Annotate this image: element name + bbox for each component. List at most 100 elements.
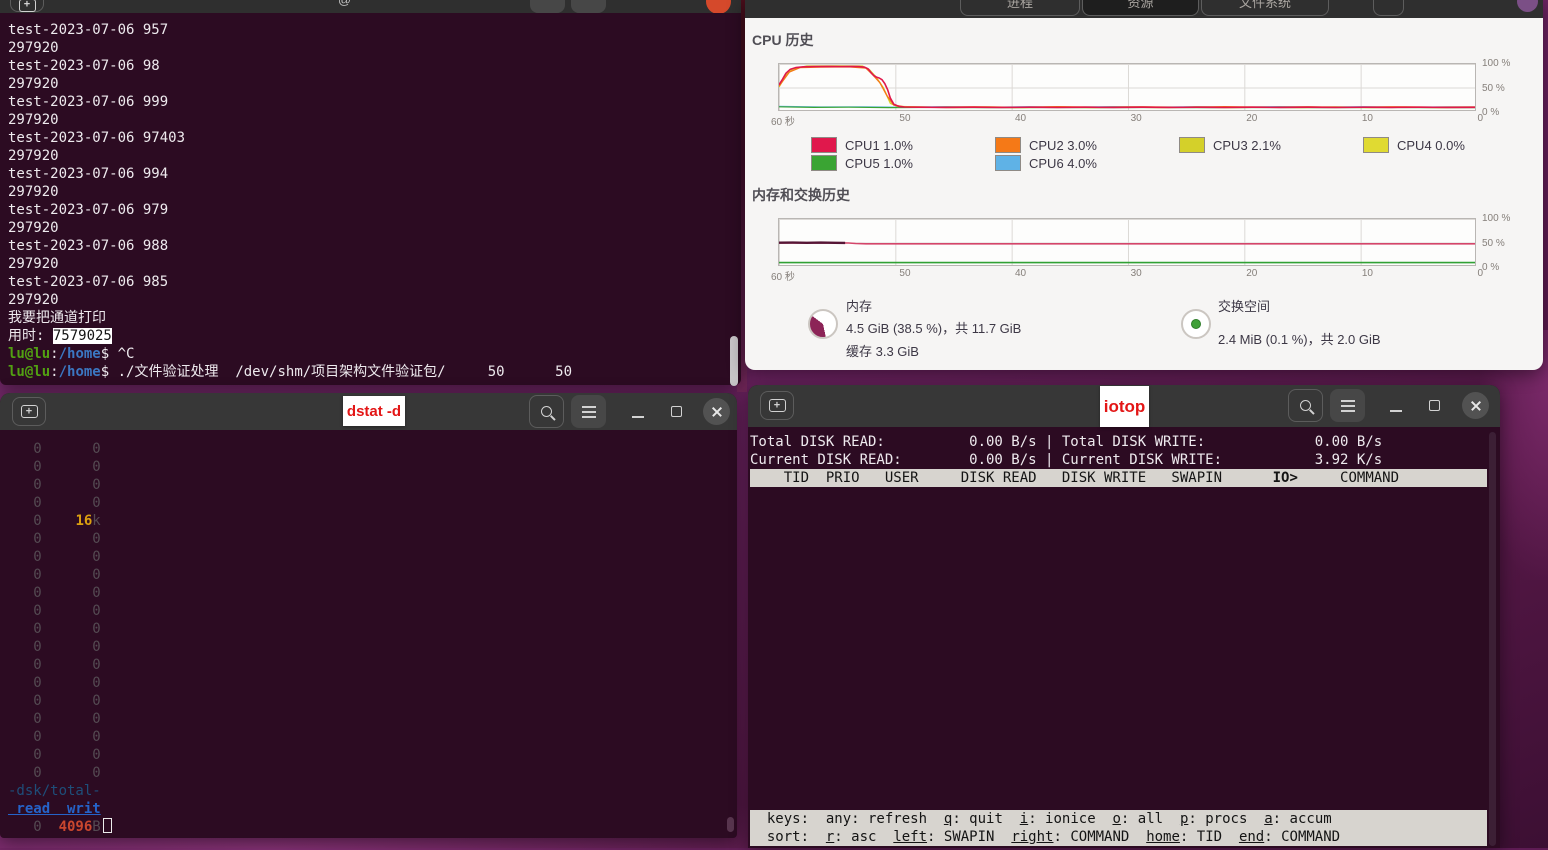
- tab-label: 进程: [1007, 0, 1033, 11]
- axis-tick: 60 秒: [771, 268, 795, 283]
- legend-label: CPU6 4.0%: [1029, 156, 1097, 171]
- minimize-button[interactable]: [1381, 389, 1411, 422]
- tab-processes[interactable]: 进程: [960, 0, 1080, 16]
- axis-tick: 50 %: [1482, 83, 1522, 94]
- iotop-terminal-window: iotop Total DISK READ: 0.00 B/s | Total …: [748, 385, 1500, 848]
- cpu-history-chart: [778, 63, 1476, 111]
- close-button[interactable]: [706, 0, 731, 13]
- terminal-line: keys: any: refresh q: quit i: ionice o: …: [750, 810, 1487, 828]
- system-monitor-headerbar[interactable]: 进程 资源 文件系统: [745, 0, 1543, 18]
- close-icon: [711, 406, 723, 418]
- search-button[interactable]: [1288, 389, 1323, 422]
- search-button[interactable]: [530, 0, 565, 13]
- menu-button[interactable]: [571, 0, 606, 13]
- iotop-column-header: TID PRIO USER DISK READ DISK WRITE SWAPI…: [750, 469, 1487, 487]
- minimize-icon: [632, 416, 644, 418]
- terminal-line: TID PRIO USER DISK READ DISK WRITE SWAPI…: [750, 469, 1487, 487]
- maximize-button[interactable]: [1419, 389, 1449, 422]
- search-icon: [541, 406, 552, 417]
- terminal-line: test-2023-07-06 97403: [8, 129, 727, 147]
- tab-label: 资源: [1127, 0, 1153, 11]
- new-tab-icon: [21, 405, 38, 418]
- terminal-titlebar[interactable]: @: [0, 0, 741, 13]
- terminal-line: 我要把通道打印: [8, 309, 727, 327]
- window-title-partial: @: [338, 0, 351, 7]
- legend-label: CPU3 2.1%: [1213, 138, 1281, 153]
- terminal-line: 0 0: [8, 548, 725, 566]
- swap-label: 交换空间: [1218, 296, 1270, 315]
- cpu-legend-item: CPU4 0.0%: [1363, 136, 1547, 154]
- terminal-line: test-2023-07-06 994: [8, 165, 727, 183]
- cpu-legend-item: CPU1 1.0%: [811, 136, 995, 154]
- tab-filesystems[interactable]: 文件系统: [1201, 0, 1329, 16]
- terminal-line: 0 0: [8, 710, 725, 728]
- maximize-button[interactable]: [661, 395, 691, 428]
- terminal-line: 0 0: [8, 494, 725, 512]
- terminal-line: test-2023-07-06 999: [8, 93, 727, 111]
- terminal-output: test-2023-07-06 957297920test-2023-07-06…: [8, 21, 727, 381]
- axis-tick: 0: [1477, 113, 1483, 128]
- minimize-icon: [1390, 410, 1402, 412]
- tab-resources[interactable]: 资源: [1082, 0, 1199, 16]
- memory-pie-icon: [808, 309, 838, 339]
- axis-tick: 30: [1131, 268, 1142, 283]
- dstat-terminal-window: dstat -d 0 0 0 0 0 0 0 0 0 16k 0 0 0 0 0…: [0, 393, 737, 838]
- terminal-line: 0 0: [8, 584, 725, 602]
- legend-label: CPU2 3.0%: [1029, 138, 1097, 153]
- terminal-line: test-2023-07-06 988: [8, 237, 727, 255]
- menu-button[interactable]: [571, 395, 606, 428]
- terminal-line: 用时: 7579025: [8, 327, 727, 345]
- terminal-line: 0 0: [8, 440, 725, 458]
- iotop-annotation-label: iotop: [1100, 386, 1149, 427]
- terminal-line: 0 0: [8, 746, 725, 764]
- terminal-line: 0 16k: [8, 512, 725, 530]
- terminal-line: 0 0: [8, 476, 725, 494]
- legend-label: CPU5 1.0%: [845, 156, 913, 171]
- system-monitor-window: 进程 资源 文件系统 CPU 历史 100 %50 %0 % 60 秒50403…: [745, 0, 1543, 370]
- close-button[interactable]: [1462, 392, 1489, 419]
- scrollbar[interactable]: [730, 336, 738, 386]
- close-button[interactable]: [703, 398, 730, 425]
- new-tab-icon: [769, 399, 786, 412]
- cpu-history-title: CPU 历史: [752, 30, 813, 50]
- axis-tick: 10: [1362, 268, 1373, 283]
- menu-button[interactable]: [1330, 389, 1365, 422]
- swap-usage: 2.4 MiB (0.1 %)，共 2.0 GiB: [1218, 329, 1381, 348]
- terminal-line: test-2023-07-06 957: [8, 21, 727, 39]
- terminal-line: 0 4096B: [8, 818, 725, 836]
- terminal-line: lu@lu:/home$ ^C: [8, 345, 727, 363]
- scrollbar[interactable]: [727, 817, 734, 832]
- cpu-legend-item: CPU5 1.0%: [811, 154, 995, 172]
- tab-label: 文件系统: [1239, 0, 1291, 11]
- terminal-line: 0 0: [8, 692, 725, 710]
- terminal-line: 297920: [8, 255, 727, 273]
- axis-tick: 30: [1131, 113, 1142, 128]
- terminal-line: lu@lu:/home$ ./文件验证处理 /dev/shm/项目架构文件验证包…: [8, 363, 727, 381]
- cpu-y-axis: 100 %50 %0 %: [1482, 58, 1522, 118]
- new-tab-button[interactable]: [12, 397, 46, 426]
- headerbar-menu-button[interactable]: [1373, 0, 1404, 16]
- new-tab-button[interactable]: [760, 391, 794, 420]
- headerbar-close-button[interactable]: [1517, 0, 1538, 12]
- maximize-icon: [1429, 400, 1440, 411]
- new-tab-button[interactable]: [10, 0, 44, 12]
- menu-icon: [582, 411, 596, 413]
- dstat-annotation-label: dstat -d: [343, 396, 405, 426]
- terminal-line: -dsk/total-: [8, 782, 725, 800]
- terminal-line: 297920: [8, 291, 727, 309]
- terminal-line: 297920: [8, 183, 727, 201]
- axis-tick: 40: [1015, 113, 1026, 128]
- legend-swatch-icon: [995, 137, 1021, 153]
- terminal-line: Current DISK READ: 0.00 B/s | Current DI…: [750, 451, 1488, 469]
- legend-label: CPU4 0.0%: [1397, 138, 1465, 153]
- minimize-button[interactable]: [623, 395, 653, 428]
- search-button[interactable]: [529, 395, 564, 428]
- scrollbar[interactable]: [1489, 432, 1496, 846]
- axis-tick: 10: [1362, 113, 1373, 128]
- cpu-legend-item: CPU3 2.1%: [1179, 136, 1363, 154]
- legend-swatch-icon: [811, 155, 837, 171]
- terminal-line: test-2023-07-06 98: [8, 57, 727, 75]
- memory-history-chart: [778, 218, 1476, 266]
- memory-x-axis: 60 秒50403020100: [771, 268, 1483, 283]
- terminal-line: 0 0: [8, 764, 725, 782]
